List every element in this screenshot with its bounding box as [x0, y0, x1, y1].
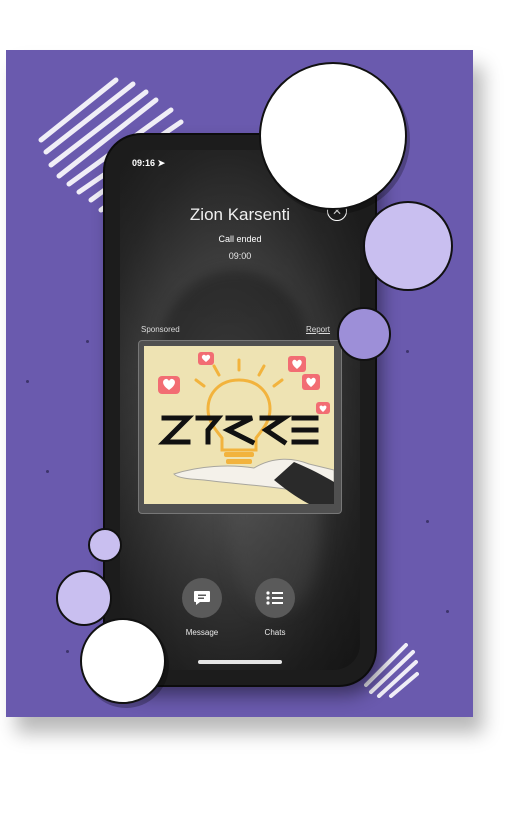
sponsored-label: Sponsored — [141, 325, 180, 334]
call-duration: 09:00 — [228, 251, 252, 261]
speck — [66, 650, 69, 653]
call-screen: 09:16 ➤ Zion Karsenti Call ended 09:00 S… — [120, 150, 360, 670]
heart-badge-icon — [158, 352, 330, 414]
bubble-large-white — [259, 62, 407, 210]
home-indicator[interactable] — [198, 660, 282, 664]
bubble-lavender — [363, 201, 453, 291]
ad-image[interactable] — [144, 346, 334, 504]
list-icon — [266, 591, 283, 605]
brand-logo — [157, 415, 319, 446]
message-button[interactable] — [182, 578, 222, 618]
bubble-white-bottom — [80, 618, 166, 704]
message-label: Message — [185, 628, 219, 637]
chats-button[interactable] — [255, 578, 295, 618]
speck — [446, 610, 449, 613]
speck — [26, 380, 29, 383]
bubble-lavender-medium — [56, 570, 112, 626]
speck — [426, 520, 429, 523]
speck — [46, 470, 49, 473]
message-icon — [194, 591, 210, 605]
report-link[interactable]: Report — [306, 325, 330, 334]
location-arrow-icon: ➤ — [157, 158, 166, 168]
call-status: Call ended — [218, 234, 262, 244]
status-bar-time: 09:16 ➤ — [132, 158, 166, 168]
chats-action[interactable]: Chats — [253, 578, 297, 637]
speck — [86, 340, 89, 343]
speck — [406, 350, 409, 353]
hand-image — [173, 458, 334, 504]
message-action[interactable]: Message — [180, 578, 224, 637]
bubble-lavender-small — [88, 528, 122, 562]
chats-label: Chats — [264, 628, 286, 637]
bubble-purple-small — [337, 307, 391, 361]
